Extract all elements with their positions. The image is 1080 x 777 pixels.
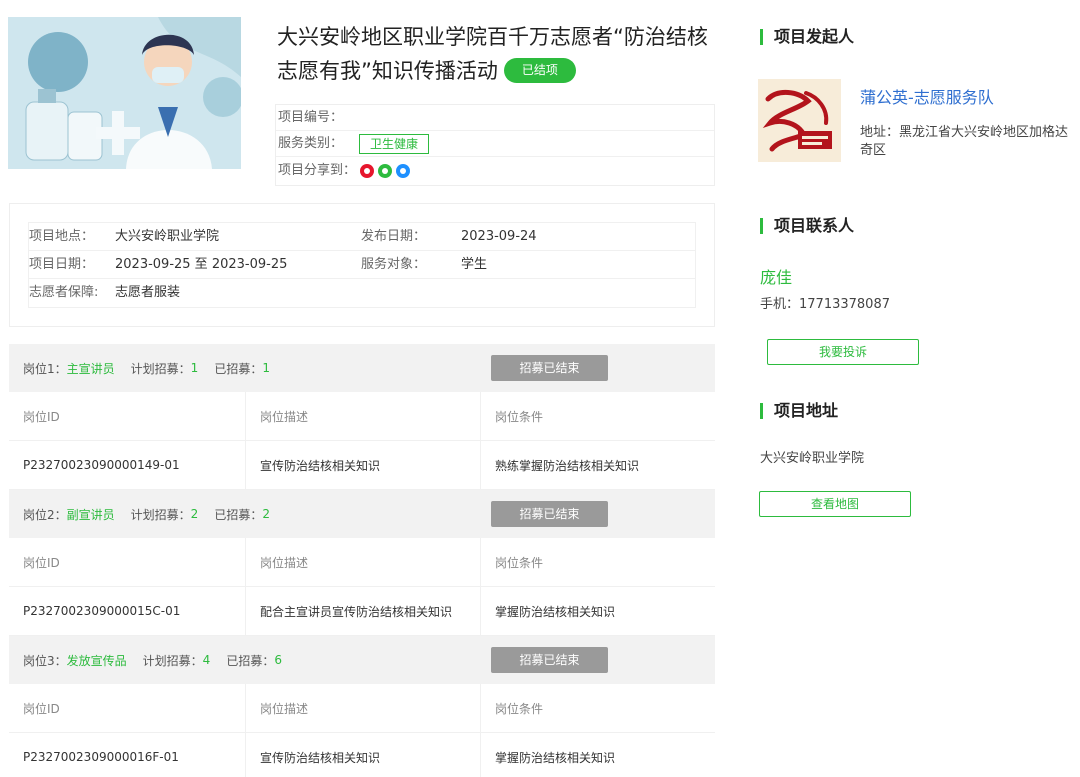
- project-cover-image: [8, 17, 241, 169]
- position-id: P2327002309000016F-01: [23, 750, 179, 764]
- initiator-title: 项目发起人: [760, 26, 854, 48]
- project-info-table: 项目地点： 大兴安岭职业学院 发布日期： 2023-09-24 项目日期： 20…: [28, 222, 696, 308]
- recruit-ended-button[interactable]: 招募已结束: [491, 355, 608, 381]
- column-cond-header: 岗位条件: [480, 392, 715, 440]
- project-title: 大兴安岭地区职业学院百千万志愿者“防治结核 志愿有我”知识传播活动 已结项: [277, 20, 717, 88]
- service-target-value: 学生: [461, 257, 488, 272]
- view-map-button[interactable]: 查看地图: [759, 491, 911, 517]
- service-category-row: 服务类别： 卫生健康: [276, 131, 714, 157]
- weibo-icon[interactable]: [360, 164, 375, 178]
- share-label: 项目分享到：: [278, 163, 357, 178]
- project-address: 大兴安岭职业学院: [760, 451, 865, 466]
- plan-value: 1: [190, 361, 199, 375]
- position-name: 主宣讲员: [66, 361, 115, 376]
- column-id-header: 岗位ID: [23, 555, 60, 570]
- project-date-label: 项目日期：: [29, 257, 95, 272]
- position-header: 岗位3： 发放宣传品 计划招募： 4 已招募： 6 招募已结束: [9, 636, 715, 684]
- column-id-header: 岗位ID: [23, 409, 60, 424]
- position-prefix: 岗位1：: [23, 361, 67, 376]
- address-title: 项目地址: [760, 400, 838, 422]
- plan-value: 2: [190, 507, 199, 521]
- recruit-ended-button[interactable]: 招募已结束: [491, 647, 608, 673]
- publish-date-label: 发布日期：: [361, 229, 427, 244]
- project-date-value: 2023-09-25 至 2023-09-25: [115, 257, 288, 272]
- position-cond: 掌握防治结核相关知识: [480, 587, 715, 635]
- position-header: 岗位2： 副宣讲员 计划招募： 2 已招募： 2 招募已结束: [9, 490, 715, 538]
- table-header-row: 岗位ID 岗位描述 岗位条件: [9, 684, 715, 733]
- recruited-label: 已招募：: [226, 653, 275, 668]
- info-row-date: 项目日期： 2023-09-25 至 2023-09-25 服务对象： 学生: [29, 251, 695, 279]
- service-category-tag[interactable]: 卫生健康: [359, 133, 430, 154]
- position-prefix: 岗位2：: [23, 507, 67, 522]
- column-cond-header: 岗位条件: [480, 538, 715, 586]
- table-row: P23270023090000149-01 宣传防治结核相关知识 熟练掌握防治结…: [9, 441, 715, 490]
- position-cond: 掌握防治结核相关知识: [480, 733, 715, 777]
- position-id: P23270023090000149-01: [23, 458, 180, 472]
- recruited-label: 已招募：: [214, 361, 263, 376]
- org-name-link[interactable]: 蒲公英-志愿服务队: [860, 84, 994, 108]
- status-badge: 已结项: [503, 57, 576, 83]
- column-desc-header: 岗位描述: [245, 392, 480, 440]
- table-header-row: 岗位ID 岗位描述 岗位条件: [9, 392, 715, 441]
- column-desc-header: 岗位描述: [245, 684, 480, 732]
- column-id-header: 岗位ID: [23, 701, 60, 716]
- position-cond: 熟练掌握防治结核相关知识: [480, 441, 715, 489]
- position-name: 发放宣传品: [66, 653, 127, 668]
- recruited-value: 2: [262, 507, 270, 521]
- contact-phone: 手机：17713378087: [760, 297, 890, 312]
- position-prefix: 岗位3：: [23, 653, 67, 668]
- plan-label: 计划招募：: [130, 361, 191, 376]
- wechat-icon[interactable]: [378, 164, 393, 178]
- qq-icon[interactable]: [396, 164, 411, 178]
- table-header-row: 岗位ID 岗位描述 岗位条件: [9, 538, 715, 587]
- location-label: 项目地点：: [29, 229, 95, 244]
- plan-label: 计划招募：: [130, 507, 191, 522]
- project-title-text: 大兴安岭地区职业学院百千万志愿者“防治结核 志愿有我”知识传播活动: [277, 25, 708, 83]
- contact-name: 庞佳: [760, 268, 793, 287]
- project-meta: 项目编号： 服务类别： 卫生健康 项目分享到：: [275, 104, 715, 186]
- org-logo[interactable]: [758, 79, 841, 162]
- info-row-guarantee: 志愿者保障: 志愿者服装: [29, 279, 695, 307]
- org-address: 地址：黑龙江省大兴安岭地区加格达奇区: [860, 125, 1069, 158]
- info-row-location: 项目地点： 大兴安岭职业学院 发布日期： 2023-09-24: [29, 223, 695, 251]
- position-id: P2327002309000015C-01: [23, 604, 181, 618]
- position-name: 副宣讲员: [66, 507, 115, 522]
- plan-label: 计划招募：: [142, 653, 203, 668]
- recruited-value: 6: [274, 653, 282, 667]
- table-row: P2327002309000015C-01 配合主宣讲员宣传防治结核相关知识 掌…: [9, 587, 715, 636]
- project-number-row: 项目编号：: [276, 105, 714, 131]
- service-target-label: 服务对象：: [361, 257, 427, 272]
- position-header: 岗位1： 主宣讲员 计划招募： 1 已招募： 1 招募已结束: [9, 344, 715, 392]
- service-category-label: 服务类别：: [278, 135, 344, 151]
- share-row: 项目分享到：: [276, 157, 714, 185]
- plan-value: 4: [202, 653, 211, 667]
- publish-date-value: 2023-09-24: [461, 229, 537, 244]
- column-cond-header: 岗位条件: [480, 684, 715, 732]
- recruited-label: 已招募：: [214, 507, 263, 522]
- guarantee-value: 志愿者服装: [115, 285, 181, 300]
- complain-button[interactable]: 我要投诉: [767, 339, 919, 365]
- recruited-value: 1: [262, 361, 270, 375]
- column-desc-header: 岗位描述: [245, 538, 480, 586]
- table-row: P2327002309000016F-01 宣传防治结核相关知识 掌握防治结核相…: [9, 733, 715, 777]
- project-info-box: 项目地点： 大兴安岭职业学院 发布日期： 2023-09-24 项目日期： 20…: [9, 203, 715, 327]
- contact-title: 项目联系人: [760, 215, 854, 237]
- project-number-label: 项目编号：: [278, 109, 344, 125]
- position-desc: 宣传防治结核相关知识: [245, 733, 480, 777]
- position-desc: 配合主宣讲员宣传防治结核相关知识: [245, 587, 480, 635]
- recruit-ended-button[interactable]: 招募已结束: [491, 501, 608, 527]
- guarantee-label: 志愿者保障:: [29, 285, 99, 300]
- location-value: 大兴安岭职业学院: [115, 229, 220, 244]
- positions-table: 岗位1： 主宣讲员 计划招募： 1 已招募： 1 招募已结束 岗位ID 岗位描述…: [9, 344, 715, 777]
- position-desc: 宣传防治结核相关知识: [245, 441, 480, 489]
